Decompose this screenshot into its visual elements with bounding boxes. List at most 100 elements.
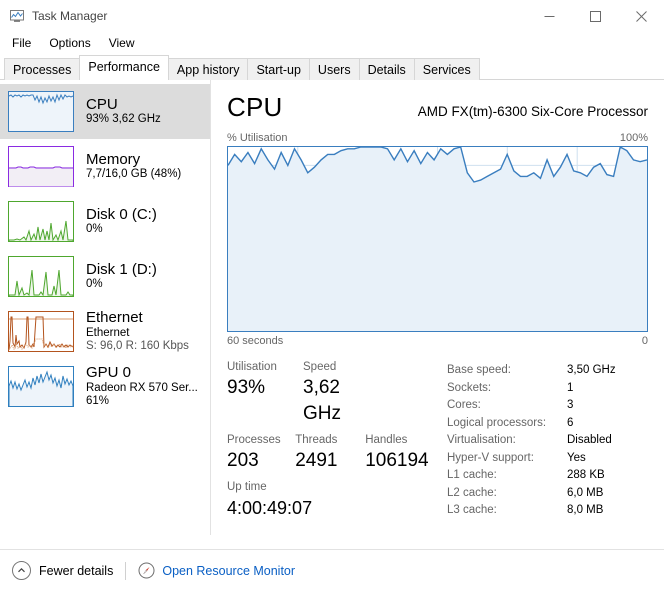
footer-separator [125, 561, 127, 580]
disk0-thumbnail-graph [8, 201, 74, 242]
sidebar-item-disk-1-sub: 0% [86, 278, 103, 291]
sidebar-item-memory-title: Memory [86, 150, 141, 168]
menu-item-options[interactable]: Options [45, 34, 98, 52]
stat-threads-label: Threads [295, 434, 338, 446]
stat-row-utilisation-speed: Utilisation 93% Speed 3,62 GHz [227, 360, 437, 427]
sidebar-item-gpu-0-sub2: 61% [86, 394, 110, 407]
cpu-thumbnail-graph [8, 91, 74, 132]
sidebar-item-ethernet[interactable]: Ethernet Ethernet S: 96,0 R: 160 Kbps [0, 304, 210, 359]
fewer-details-button[interactable]: Fewer details [12, 561, 113, 580]
spec-key-cores: Cores: [447, 399, 481, 411]
graph-axis-bottom: 60 seconds 0 [227, 335, 648, 347]
content-area: CPU 93% 3,62 GHz Memory 7,7/16,0 GB (48%… [0, 80, 664, 535]
spec-value-l2-cache: 6,0 MB [567, 486, 604, 499]
sidebar-item-ethernet-sub1: Ethernet [86, 327, 130, 340]
stat-speed: Speed 3,62 GHz [303, 360, 381, 427]
menu-bar: File Options View [0, 32, 664, 54]
spec-key-logical-processors: Logical processors: [447, 416, 547, 429]
sidebar-item-cpu-sub: 93% 3,62 GHz [86, 113, 161, 126]
sidebar-item-ethernet-title: Ethernet [86, 309, 143, 327]
graph-ylabel: % Utilisation [227, 132, 288, 144]
graph-ymax-label: 100% [619, 132, 648, 144]
fewer-details-label: Fewer details [39, 563, 114, 578]
window-title: Task Manager [32, 9, 108, 23]
cpu-model-label: AMD FX(tm)-6300 Six-Core Processor [417, 104, 648, 119]
spec-row-logical-processors: Logical processors: 6 [447, 415, 648, 433]
sidebar-item-gpu-0[interactable]: GPU 0 Radeon RX 570 Ser... 61% [0, 359, 210, 414]
stat-threads-value: 2491 [295, 450, 338, 471]
menu-item-view[interactable]: View [105, 34, 143, 52]
gpu0-thumbnail-graph [8, 366, 74, 407]
spec-key-sockets: Sockets: [447, 381, 492, 394]
tab-services[interactable]: Services [413, 58, 480, 80]
title-bar: Task Manager [0, 0, 664, 32]
spec-row-sockets: Sockets: 1 [447, 380, 648, 398]
disk0-labels: Disk 0 (C:) 0% [86, 205, 157, 237]
menu-item-file[interactable]: File [8, 34, 39, 52]
spec-value-base-speed: 3,50 GHz [567, 364, 616, 376]
cpu-stats-left: Utilisation 93% Speed 3,62 GHz Processes… [227, 360, 437, 527]
close-icon[interactable] [618, 0, 664, 32]
spec-value-sockets: 1 [567, 381, 574, 394]
cpu-header: CPU AMD FX(tm)-6300 Six-Core Processor [227, 92, 648, 123]
sidebar-item-cpu-title: CPU [86, 95, 118, 113]
spec-key-l1-cache: L1 cache: [447, 469, 497, 481]
tab-users[interactable]: Users [308, 58, 360, 80]
memory-thumbnail-graph [8, 146, 74, 187]
stat-utilisation: Utilisation 93% [227, 360, 303, 427]
spec-row-l3-cache: L3 cache: 8,0 MB [447, 502, 648, 520]
spec-key-l3-cache: L3 cache: [447, 504, 497, 516]
stat-uptime-label: Up time [227, 481, 267, 493]
graph-xmin-label: 0 [641, 335, 648, 347]
memory-labels: Memory 7,7/16,0 GB (48%) [86, 150, 182, 182]
ethernet-thumbnail-graph [8, 311, 74, 352]
sidebar-item-disk-0-title: Disk 0 (C:) [86, 205, 157, 223]
tab-app-history[interactable]: App history [167, 58, 249, 80]
spec-row-base-speed: Base speed: 3,50 GHz [447, 362, 648, 380]
spec-key-virtualisation: Virtualisation: [447, 434, 516, 446]
stat-utilisation-label: Utilisation [227, 361, 277, 373]
disk1-thumbnail-graph [8, 256, 74, 297]
sidebar-item-memory-sub: 7,7/16,0 GB (48%) [86, 168, 182, 181]
sidebar-item-disk-1[interactable]: Disk 1 (D:) 0% [0, 249, 210, 304]
stat-row-uptime: Up time 4:00:49:07 [227, 480, 437, 521]
cpu-spec-list: Base speed: 3,50 GHz Sockets: 1 Cores: 3… [437, 360, 648, 527]
resource-monitor-label: Open Resource Monitor [162, 563, 296, 578]
maximize-icon[interactable] [572, 0, 618, 32]
tab-processes[interactable]: Processes [4, 58, 81, 80]
cpu-graph-svg [228, 147, 647, 331]
window-controls [526, 0, 664, 32]
stat-processes-value: 203 [227, 450, 259, 471]
spec-value-cores: 3 [567, 399, 574, 411]
tab-performance[interactable]: Performance [79, 55, 169, 80]
sidebar-item-disk-0-sub: 0% [86, 223, 103, 236]
task-manager-icon [9, 8, 25, 24]
chevron-up-icon [12, 561, 31, 580]
open-resource-monitor-link[interactable]: Open Resource Monitor [138, 562, 295, 579]
spec-value-hyper-v-support: Yes [567, 451, 586, 464]
resource-monitor-icon [138, 562, 155, 579]
footer-bar: Fewer details Open Resource Monitor [0, 549, 664, 591]
stat-speed-value: 3,62 GHz [303, 377, 341, 424]
stat-handles-value: 106194 [365, 450, 429, 471]
stat-uptime-value: 4:00:49:07 [227, 498, 313, 518]
cpu-utilisation-graph [227, 146, 648, 332]
resource-list: CPU 93% 3,62 GHz Memory 7,7/16,0 GB (48%… [0, 80, 210, 535]
spec-key-l2-cache: L2 cache: [447, 486, 497, 499]
sidebar-item-cpu[interactable]: CPU 93% 3,62 GHz [0, 84, 210, 139]
sidebar-item-ethernet-sub2: S: 96,0 R: 160 Kbps [86, 339, 189, 352]
sidebar-item-gpu-0-sub1: Radeon RX 570 Ser... [86, 382, 198, 395]
gpu0-labels: GPU 0 Radeon RX 570 Ser... 61% [86, 364, 198, 408]
tab-details[interactable]: Details [358, 58, 415, 80]
sidebar-item-disk-1-title: Disk 1 (D:) [86, 260, 157, 278]
spec-row-cores: Cores: 3 [447, 397, 648, 415]
sidebar-item-memory[interactable]: Memory 7,7/16,0 GB (48%) [0, 139, 210, 194]
tab-start-up[interactable]: Start-up [247, 58, 310, 80]
disk1-labels: Disk 1 (D:) 0% [86, 260, 157, 292]
stat-utilisation-value: 93% [227, 377, 266, 398]
page-title: CPU [227, 92, 283, 122]
sidebar-item-disk-0[interactable]: Disk 0 (C:) 0% [0, 194, 210, 249]
ethernet-labels: Ethernet Ethernet S: 96,0 R: 160 Kbps [86, 309, 189, 353]
minimize-icon[interactable] [526, 0, 572, 32]
stat-speed-label: Speed [303, 361, 337, 373]
